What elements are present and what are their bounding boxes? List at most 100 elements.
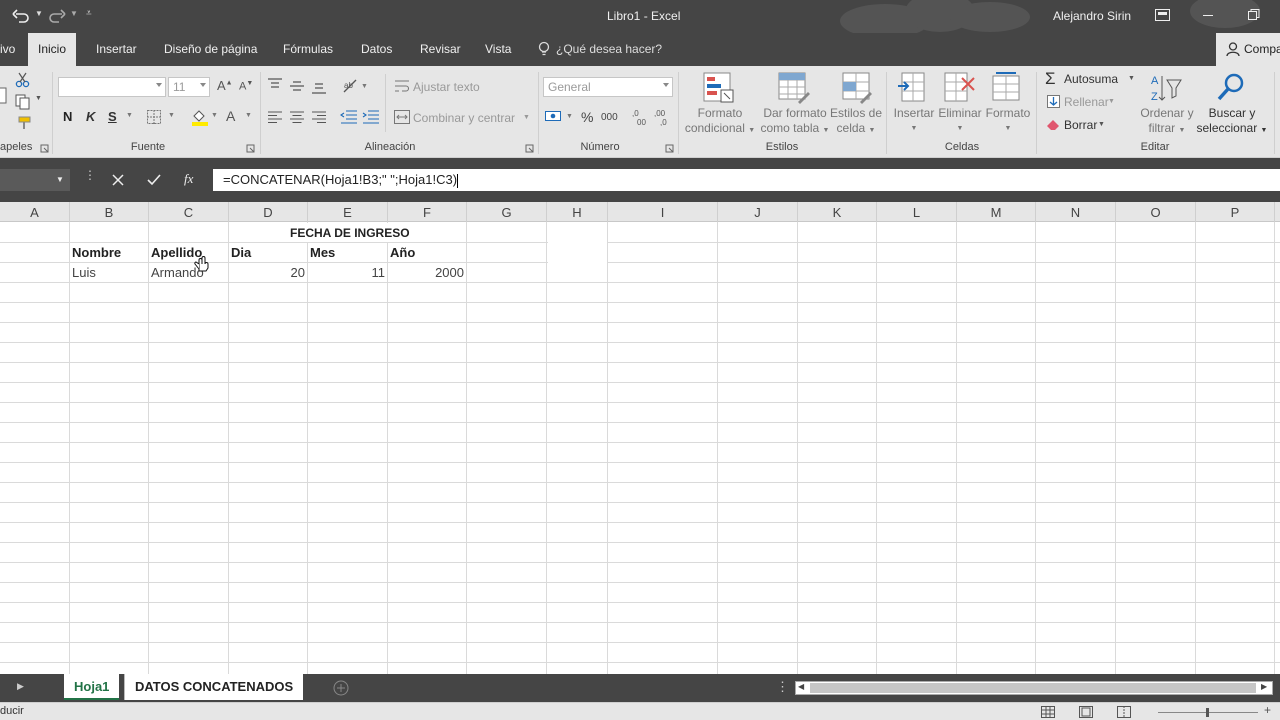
cell-f3[interactable]: 2000: [388, 265, 464, 280]
column-header-g[interactable]: G: [467, 202, 547, 222]
name-box-dropdown-icon[interactable]: ▼: [56, 175, 64, 184]
format-as-table-button[interactable]: Dar formato como tabla ▼: [755, 106, 835, 138]
insert-function-button[interactable]: fx: [184, 171, 193, 187]
user-name[interactable]: Alejandro Sirin: [1053, 9, 1131, 23]
comma-style-button[interactable]: 000: [601, 112, 618, 123]
scroll-right-icon[interactable]: ▶: [1261, 682, 1267, 691]
tab-inicio[interactable]: Inicio: [28, 33, 77, 66]
underline-dropdown-icon[interactable]: ▼: [126, 112, 133, 119]
cell-header-mes[interactable]: Mes: [310, 245, 335, 260]
spreadsheet-grid[interactable]: A B C D E F G H I J K L M N O P FECHA DE…: [0, 202, 1280, 674]
cancel-formula-icon[interactable]: [112, 174, 124, 186]
font-color-icon[interactable]: A: [226, 108, 235, 124]
tab-revisar[interactable]: Revisar: [420, 42, 461, 56]
autosum-button[interactable]: Autosuma: [1064, 72, 1118, 86]
column-header-h[interactable]: H: [547, 202, 608, 222]
column-header-l[interactable]: L: [877, 202, 957, 222]
redo-icon[interactable]: [48, 8, 66, 24]
tab-diseno-pagina[interactable]: Diseño de página: [164, 42, 257, 56]
fill-color-dropdown-icon[interactable]: ▼: [211, 112, 218, 119]
formula-input[interactable]: =CONCATENAR(Hoja1!B3;" ";Hoja1!C3): [213, 169, 1280, 191]
cell-header-dia[interactable]: Dia: [231, 245, 251, 260]
orientation-icon[interactable]: ab: [342, 78, 360, 94]
sheet-tab-datos-concatenados[interactable]: DATOS CONCATENADOS: [124, 674, 304, 700]
percent-style-button[interactable]: %: [581, 109, 593, 125]
redo-dropdown-icon[interactable]: ▼: [70, 9, 78, 18]
align-center-icon[interactable]: [289, 111, 305, 123]
accounting-dropdown-icon[interactable]: ▼: [566, 113, 573, 120]
align-middle-icon[interactable]: [289, 80, 305, 92]
zoom-in-icon[interactable]: +: [1264, 703, 1271, 717]
restore-icon[interactable]: [1248, 9, 1260, 21]
decrease-decimal-icon[interactable]: ,00,0: [654, 108, 672, 126]
conditional-format-icon[interactable]: [703, 72, 735, 104]
orientation-dropdown-icon[interactable]: ▼: [361, 83, 368, 90]
cell-d3[interactable]: 20: [229, 265, 305, 280]
tab-datos[interactable]: Datos: [361, 42, 392, 56]
eraser-icon[interactable]: [1046, 118, 1061, 130]
column-header-f[interactable]: F: [388, 202, 467, 222]
clipboard-launcher-icon[interactable]: [40, 144, 49, 153]
column-header-p[interactable]: P: [1196, 202, 1275, 222]
column-header-d[interactable]: D: [229, 202, 308, 222]
fill-color-icon[interactable]: [191, 108, 209, 126]
scrollbar-thumb[interactable]: [810, 683, 1256, 693]
column-header-a[interactable]: A: [0, 202, 70, 222]
ribbon-display-options-icon[interactable]: [1155, 9, 1170, 22]
borders-dropdown-icon[interactable]: ▼: [168, 112, 175, 119]
tab-insertar[interactable]: Insertar: [96, 42, 137, 56]
column-header-o[interactable]: O: [1116, 202, 1196, 222]
italic-button[interactable]: K: [86, 109, 95, 124]
cell-styles-icon[interactable]: [842, 72, 872, 104]
share-button[interactable]: Compa: [1216, 33, 1280, 66]
cut-icon[interactable]: [15, 72, 31, 88]
find-select-button[interactable]: Buscar y seleccionar ▼: [1194, 106, 1270, 138]
fill-dropdown-icon[interactable]: ▼: [1108, 98, 1115, 105]
delete-cells-button[interactable]: Eliminar ▼: [934, 106, 986, 136]
name-box[interactable]: ▼: [0, 169, 70, 191]
customize-toolbar-icon[interactable]: ⩡: [86, 8, 92, 19]
align-right-icon[interactable]: [311, 111, 327, 123]
format-as-table-icon[interactable]: [778, 72, 810, 104]
minimize-icon[interactable]: [1203, 15, 1213, 16]
increase-font-icon[interactable]: A▲: [217, 78, 233, 93]
tell-me-search[interactable]: ¿Qué desea hacer?: [556, 42, 662, 56]
page-layout-view-icon[interactable]: [1079, 706, 1093, 718]
clear-dropdown-icon[interactable]: ▼: [1098, 121, 1105, 128]
cell-styles-button[interactable]: Estilos de celda ▼: [826, 106, 886, 138]
horizontal-scrollbar[interactable]: ◀ ▶: [795, 681, 1273, 695]
increase-indent-icon[interactable]: [362, 110, 380, 124]
normal-view-icon[interactable]: [1041, 706, 1055, 718]
font-launcher-icon[interactable]: [246, 144, 255, 153]
merge-dropdown-icon[interactable]: ▼: [523, 114, 530, 121]
sigma-icon[interactable]: Σ: [1045, 69, 1056, 89]
sheet-tab-hoja1[interactable]: Hoja1: [64, 674, 120, 700]
wrap-text-button[interactable]: Ajustar texto: [413, 80, 480, 94]
copy-dropdown-icon[interactable]: ▼: [35, 95, 42, 102]
column-header-m[interactable]: M: [957, 202, 1036, 222]
merge-center-icon[interactable]: [394, 110, 410, 124]
tab-archivo[interactable]: ivo: [0, 42, 15, 56]
zoom-slider-thumb[interactable]: [1206, 708, 1209, 717]
decrease-font-icon[interactable]: A▼: [239, 80, 253, 93]
accounting-format-icon[interactable]: [545, 109, 563, 123]
column-header-e[interactable]: E: [308, 202, 388, 222]
column-header-c[interactable]: C: [149, 202, 229, 222]
align-top-icon[interactable]: [267, 78, 283, 90]
alignment-launcher-icon[interactable]: [525, 144, 534, 153]
scroll-left-icon[interactable]: ◀: [798, 682, 804, 691]
enter-formula-icon[interactable]: [147, 174, 161, 186]
undo-dropdown-icon[interactable]: ▼: [35, 9, 43, 18]
format-cells-icon[interactable]: [992, 72, 1022, 104]
bold-button[interactable]: N: [63, 109, 72, 124]
insert-cells-button[interactable]: Insertar ▼: [888, 106, 940, 136]
align-bottom-icon[interactable]: [311, 82, 327, 94]
format-painter-icon[interactable]: [16, 116, 32, 130]
format-cells-button[interactable]: Formato ▼: [982, 106, 1034, 136]
delete-cells-icon[interactable]: [944, 72, 976, 104]
font-color-dropdown-icon[interactable]: ▼: [245, 112, 252, 119]
more-options-icon[interactable]: ⋮: [84, 169, 96, 181]
page-break-view-icon[interactable]: [1117, 706, 1131, 718]
undo-icon[interactable]: [12, 8, 30, 24]
new-sheet-icon[interactable]: [333, 680, 349, 696]
